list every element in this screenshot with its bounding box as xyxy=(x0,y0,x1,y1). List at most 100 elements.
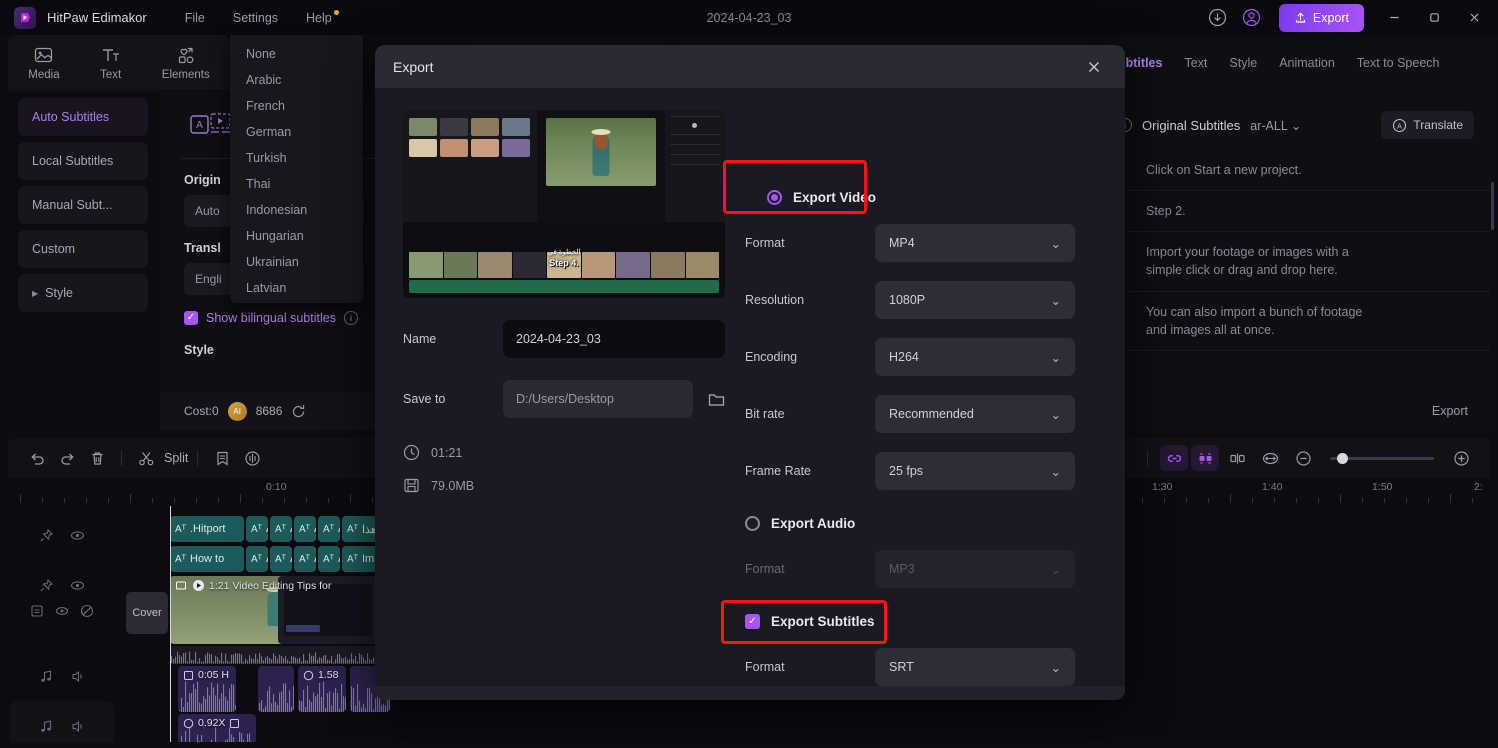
ruler-label: 2: xyxy=(1474,481,1483,493)
text-clip-row1[interactable]: AᵀA xyxy=(294,516,316,542)
list-item[interactable]: 6You can also import a bunch of footage … xyxy=(1102,292,1490,351)
ruler-tick xyxy=(196,498,197,503)
text-clip-row2[interactable]: AᵀA xyxy=(270,546,292,572)
title-bar: HitPaw Edimakor File Settings Help 2024-… xyxy=(0,0,1498,35)
export-video-radio[interactable]: Export Video xyxy=(745,190,1095,205)
refresh-icon[interactable] xyxy=(291,404,306,419)
zoom-in-icon[interactable] xyxy=(1446,443,1476,473)
keyframe-icon[interactable] xyxy=(1191,445,1219,471)
zoom-slider-handle[interactable] xyxy=(1337,452,1348,464)
account-icon[interactable] xyxy=(1237,3,1267,33)
text-clip-row1[interactable]: AᵀA xyxy=(318,516,340,542)
list-item[interactable]: 4Step 2. xyxy=(1102,191,1490,233)
text-clip-row1[interactable]: Aᵀ .Hitport xyxy=(170,516,244,542)
tab-animation[interactable]: Animation xyxy=(1279,56,1335,70)
playhead[interactable] xyxy=(170,506,171,742)
export-subtitles-checkbox[interactable]: ✓ Export Subtitles xyxy=(745,614,1095,629)
text-clip-row2[interactable]: Aᵀ How to xyxy=(170,546,244,572)
text-clip-row1[interactable]: AᵀA xyxy=(270,516,292,542)
saveto-input[interactable]: D:/Users/Desktop xyxy=(503,380,693,418)
export-audio-radio[interactable]: Export Audio xyxy=(745,516,1095,531)
resolution-select[interactable]: 1080P ⌄ xyxy=(875,281,1075,319)
audio-clip[interactable]: 1.58 xyxy=(298,666,346,712)
check-icon: ✓ xyxy=(184,311,198,325)
zoom-out-icon[interactable] xyxy=(1288,443,1318,473)
sidebar: Auto Subtitles Local Subtitles Manual Su… xyxy=(8,92,158,430)
text-clip-row1[interactable]: AᵀA xyxy=(246,516,268,542)
encoding-select[interactable]: H264 ⌄ xyxy=(875,338,1075,376)
download-icon[interactable] xyxy=(1203,3,1233,33)
close-icon[interactable] xyxy=(1456,2,1492,34)
redo-icon[interactable] xyxy=(52,443,82,473)
language-option-latvian[interactable]: Latvian xyxy=(230,275,363,301)
tab-text[interactable]: Text xyxy=(1184,56,1207,70)
text-clip-row2[interactable]: AᵀA xyxy=(294,546,316,572)
cover-button[interactable]: Cover xyxy=(126,592,168,634)
text-clip-row2[interactable]: AᵀA xyxy=(246,546,268,572)
right-panel-scrollbar[interactable] xyxy=(1491,182,1494,230)
clock-icon xyxy=(403,444,420,461)
audio-clip-title: 0.92X xyxy=(198,717,226,729)
folder-icon[interactable] xyxy=(707,390,726,409)
subtitle-panel-header: i Original Subtitles ar-ALL ⌄ A Translat… xyxy=(1102,108,1490,142)
ruler-tick xyxy=(218,498,219,503)
tool-elements[interactable]: Elements xyxy=(162,45,210,81)
sidebar-item-auto-subtitles[interactable]: Auto Subtitles xyxy=(18,98,148,136)
tool-media[interactable]: Media xyxy=(28,45,60,81)
undo-icon[interactable] xyxy=(22,443,52,473)
format-field-row: Format MP4 ⌄ xyxy=(745,224,1095,262)
ruler-tick xyxy=(1142,498,1143,503)
sidebar-item-manual-subtitles[interactable]: Manual Subt... xyxy=(18,186,148,224)
fit-icon[interactable] xyxy=(1255,443,1285,473)
panel-export-button[interactable]: Export xyxy=(1432,404,1468,418)
info-icon[interactable]: i xyxy=(343,311,358,325)
track-header-audio2 xyxy=(10,702,114,742)
audio-clip[interactable]: 0.92X xyxy=(178,714,256,742)
pin-icon xyxy=(40,528,53,541)
name-input[interactable]: 2024-04-23_03 xyxy=(503,320,725,358)
zoom-slider[interactable] xyxy=(1330,452,1434,464)
framerate-select[interactable]: 25 fps ⌄ xyxy=(875,452,1075,490)
sidebar-item-local-subtitles[interactable]: Local Subtitles xyxy=(18,142,148,180)
tab-text-to-speech[interactable]: Text to Speech xyxy=(1357,56,1440,70)
language-option-thai[interactable]: Thai xyxy=(230,171,363,197)
trash-icon[interactable] xyxy=(82,443,112,473)
tool-text[interactable]: Text xyxy=(100,45,121,81)
language-option-german[interactable]: German xyxy=(230,119,363,145)
video-audio-waveform[interactable] xyxy=(170,646,378,664)
tab-style[interactable]: Style xyxy=(1229,56,1257,70)
format-select[interactable]: MP4 ⌄ xyxy=(875,224,1075,262)
bitrate-select[interactable]: Recommended ⌄ xyxy=(875,395,1075,433)
svg-text:A: A xyxy=(196,120,203,131)
language-option-arabic[interactable]: Arabic xyxy=(230,67,363,93)
audio-clip[interactable] xyxy=(258,666,294,712)
minimize-icon[interactable] xyxy=(1376,2,1412,34)
list-item[interactable]: 5Import your footage or images with a si… xyxy=(1102,232,1490,292)
language-option-turkish[interactable]: Turkish xyxy=(230,145,363,171)
language-option-hungarian[interactable]: Hungarian xyxy=(230,223,363,249)
chevron-down-icon: ⌄ xyxy=(1050,236,1061,251)
speed-icon[interactable] xyxy=(237,443,267,473)
close-icon[interactable] xyxy=(1081,54,1107,80)
link-icon[interactable] xyxy=(1160,445,1188,471)
split-icon[interactable] xyxy=(131,443,161,473)
sidebar-item-custom[interactable]: Custom xyxy=(18,230,148,268)
subtitle-format-select[interactable]: SRT ⌄ xyxy=(875,648,1075,686)
ruler-tick xyxy=(262,498,263,503)
text-clip-row2[interactable]: AᵀA xyxy=(318,546,340,572)
subtitle-language-select[interactable]: ar-ALL ⌄ xyxy=(1250,118,1301,133)
language-option-french[interactable]: French xyxy=(230,93,363,119)
sidebar-item-style[interactable]: ▶ Style xyxy=(18,274,148,312)
language-option-ukrainian[interactable]: Ukrainian xyxy=(230,249,363,275)
language-option-none[interactable]: None xyxy=(230,41,363,67)
language-option-indonesian[interactable]: Indonesian xyxy=(230,197,363,223)
split-button-label[interactable]: Split xyxy=(164,451,188,465)
crop-icon[interactable] xyxy=(207,443,237,473)
maximize-icon[interactable] xyxy=(1416,2,1452,34)
trim-icon[interactable] xyxy=(1222,443,1252,473)
list-item[interactable]: 3Click on Start a new project. xyxy=(1102,150,1490,192)
audio-clip[interactable]: 0:05 H xyxy=(178,666,236,712)
video-clip-label: 1:21 Video Editing Tips for xyxy=(175,579,331,592)
titlebar-export-button[interactable]: Export xyxy=(1278,3,1364,32)
translate-button[interactable]: A Translate xyxy=(1381,111,1474,139)
